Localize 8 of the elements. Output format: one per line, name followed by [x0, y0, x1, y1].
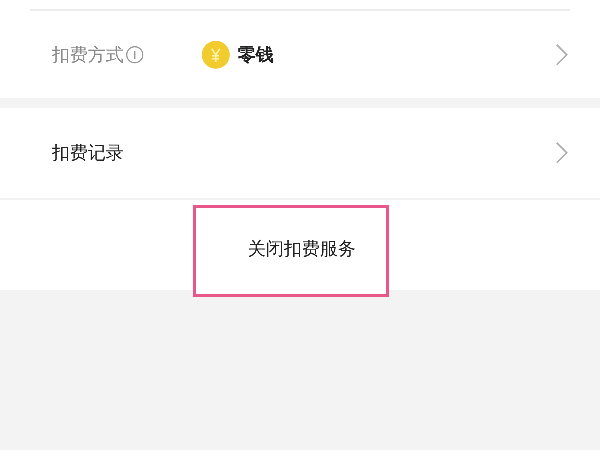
chevron-icon [556, 44, 568, 66]
info-icon [126, 46, 144, 64]
payment-method-value: 零钱 [238, 44, 274, 66]
coin-icon [202, 40, 230, 68]
payment-method-label: 扣费方式 [52, 44, 124, 66]
records-label[interactable]: 扣费记录 [52, 141, 124, 165]
chevron-icon [556, 142, 568, 164]
close-service-button[interactable]: 关闭扣费服务 [193, 205, 389, 297]
